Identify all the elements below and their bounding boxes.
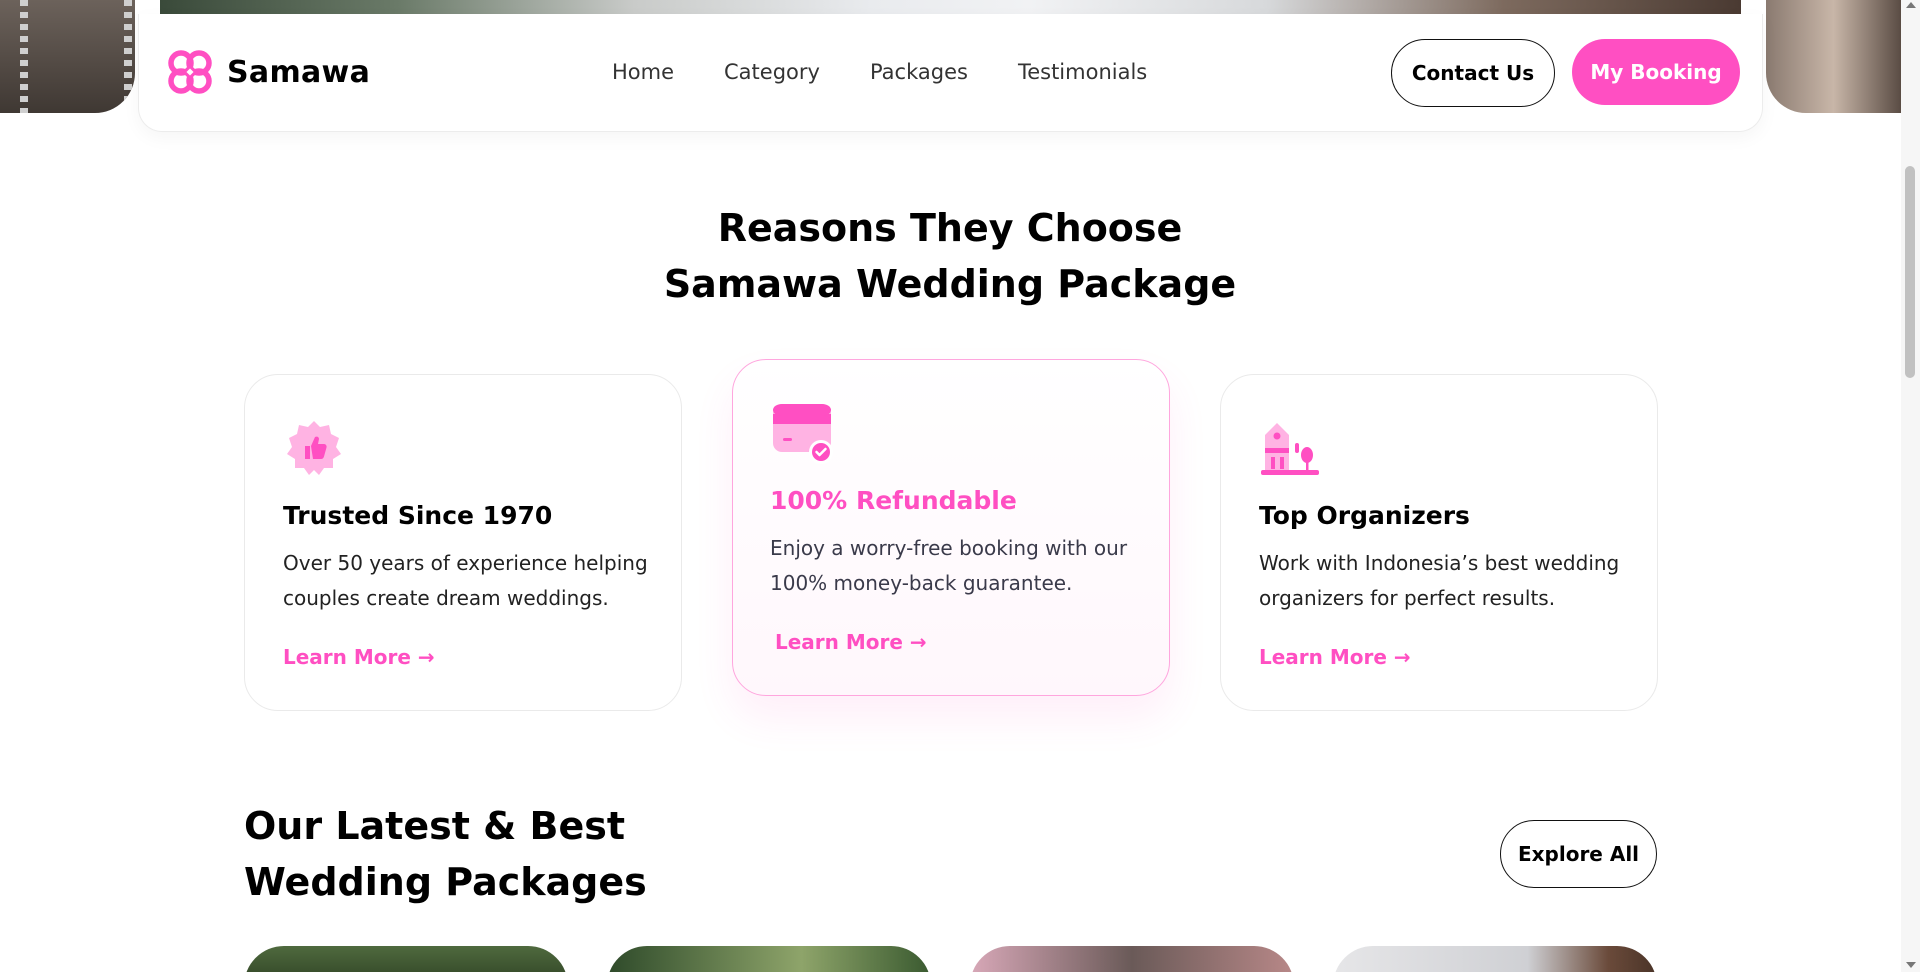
reason-card-trusted: Trusted Since 1970 Over 50 years of expe… xyxy=(244,374,682,711)
explore-all-button[interactable]: Explore All xyxy=(1500,820,1657,888)
brand-name: Samawa xyxy=(227,54,371,90)
reasons-section-title: Reasons They Choose Samawa Wedding Packa… xyxy=(0,200,1900,312)
scrollbar-thumb[interactable] xyxy=(1905,166,1915,378)
contact-us-button[interactable]: Contact Us xyxy=(1391,39,1555,107)
latest-packages-title: Our Latest & Best Wedding Packages xyxy=(244,798,647,910)
learn-more-link[interactable]: Learn More → xyxy=(1259,645,1411,669)
nav-link-home[interactable]: Home xyxy=(612,60,674,84)
nav-links: Home Category Packages Testimonials xyxy=(612,60,1197,84)
hero-image-strip xyxy=(160,0,1741,14)
thumbs-up-badge-icon xyxy=(287,421,341,475)
learn-more-link[interactable]: Learn More → xyxy=(283,645,435,669)
scroll-up-arrow-icon[interactable] xyxy=(1906,2,1916,8)
hero-side-photo-right xyxy=(1766,0,1901,113)
my-booking-button[interactable]: My Booking xyxy=(1572,39,1740,105)
package-card-image[interactable] xyxy=(970,946,1294,972)
reason-card-description: Enjoy a worry-free booking with our 100%… xyxy=(770,536,1128,595)
reason-card-title: Trusted Since 1970 xyxy=(283,501,553,530)
page-scrollbar[interactable] xyxy=(1901,0,1920,972)
reason-card-description: Work with Indonesia’s best wedding organ… xyxy=(1259,551,1620,610)
reason-card-description: Over 50 years of experience helping coup… xyxy=(283,551,648,610)
reason-card-title: Top Organizers xyxy=(1259,501,1470,530)
navbar: Samawa Home Category Packages Testimonia… xyxy=(138,14,1763,132)
hero-side-photo-left xyxy=(0,0,135,113)
reason-card-title: 100% Refundable xyxy=(770,486,1017,515)
samawa-logo-icon xyxy=(168,50,212,94)
latest-title-line-1: Our Latest & Best xyxy=(244,804,626,848)
nav-link-packages[interactable]: Packages xyxy=(870,60,968,84)
scroll-down-arrow-icon[interactable] xyxy=(1906,962,1916,968)
reasons-title-line-1: Reasons They Choose xyxy=(717,206,1183,250)
package-card-image[interactable] xyxy=(244,946,568,972)
package-card-image[interactable] xyxy=(1333,946,1657,972)
reason-card-organizers: Top Organizers Work with Indonesia’s bes… xyxy=(1220,374,1658,711)
package-card-image[interactable] xyxy=(607,946,931,972)
card-check-icon xyxy=(773,404,833,464)
nav-link-category[interactable]: Category xyxy=(724,60,820,84)
reasons-title-line-2: Samawa Wedding Package xyxy=(663,262,1237,306)
latest-title-line-2: Wedding Packages xyxy=(244,860,647,904)
venue-building-icon xyxy=(1261,423,1319,475)
nav-link-testimonials[interactable]: Testimonials xyxy=(1018,60,1147,84)
reason-card-refundable: 100% Refundable Enjoy a worry-free booki… xyxy=(732,359,1170,696)
learn-more-link[interactable]: Learn More → xyxy=(775,630,927,654)
logo[interactable]: Samawa xyxy=(165,47,370,97)
